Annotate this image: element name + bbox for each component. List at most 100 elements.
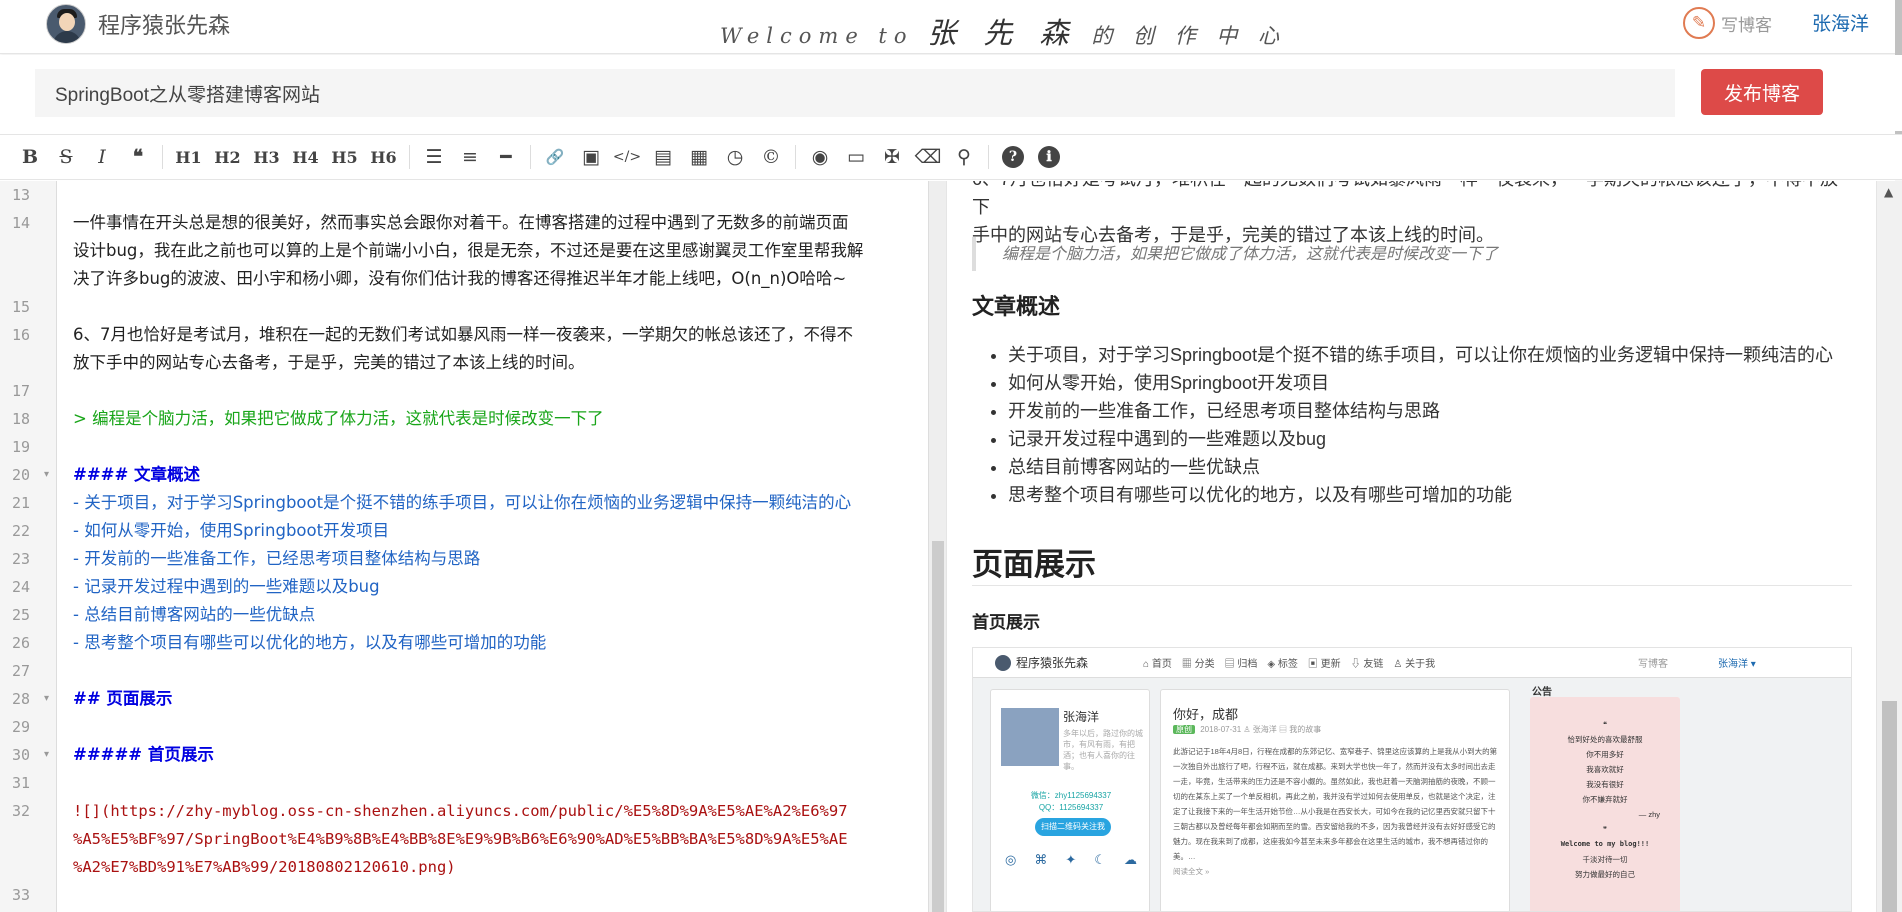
editor-line[interactable]: 33 [0, 881, 930, 909]
code-icon[interactable]: </> [609, 142, 645, 172]
bold-button[interactable]: B [12, 142, 48, 172]
preview-heading-pages: 页面展示 [972, 547, 1096, 582]
unordered-list-button[interactable]: ☰ [416, 142, 452, 172]
editor-line[interactable]: 32 ![](https://zhy-myblog.oss-cn-shenzhen… [0, 797, 930, 825]
help-icon[interactable]: ? [1002, 146, 1024, 168]
desktop-icon[interactable]: ▭ [838, 142, 874, 172]
preview-list-item: 思考整个项目有哪些可以优化的地方，以及有哪些可增加的功能 [1008, 481, 1833, 509]
line-number: 30 [11, 746, 30, 764]
editor-line[interactable]: 15 [0, 293, 930, 321]
line-text: ##### 首页展示 [73, 745, 214, 764]
image-notice-line: 你不嫌弃就好 [1582, 795, 1628, 804]
h1-button[interactable]: H1 [169, 142, 208, 172]
h4-button[interactable]: H4 [286, 142, 325, 172]
preview-list: 关于项目，对于学习Springboot是个挺不错的练手项目，可以让你在烦恼的业务… [996, 341, 1833, 509]
image-notice-footer: 千淡对待一切 [1582, 855, 1628, 864]
editor-line[interactable]: 21 - 关于项目，对于学习Springboot是个挺不错的练手项目，可以让你在烦… [0, 489, 930, 517]
italic-button[interactable]: I [84, 142, 120, 172]
line-number: 25 [11, 606, 30, 624]
line-number: 21 [11, 494, 30, 512]
editor-line[interactable]: 31 [0, 769, 930, 797]
clock-icon[interactable]: ◷ [717, 142, 753, 172]
ordered-list-button[interactable]: ≡ [452, 142, 488, 172]
preview-scrollbar[interactable]: ▲ [1876, 181, 1902, 912]
line-text: - 记录开发过程中遇到的一些难题以及bug [73, 577, 380, 596]
eraser-icon[interactable]: ⌫ [910, 142, 946, 172]
h3-button[interactable]: H3 [247, 142, 286, 172]
editor-line[interactable]: 20 ▾ #### 文章概述 [0, 461, 930, 489]
editor-line[interactable]: 27 [0, 657, 930, 685]
preview-heading-home: 首页展示 [972, 613, 1040, 632]
image-notice-footer: 努力做最好的自己 [1575, 870, 1635, 879]
editor-scrollbar[interactable] [928, 181, 946, 912]
line-number: 24 [11, 578, 30, 596]
fullscreen-icon[interactable]: ✠ [874, 142, 910, 172]
search-icon[interactable]: ⚲ [946, 142, 982, 172]
copyright-icon[interactable]: © [753, 142, 789, 172]
editor-line[interactable]: 29 [0, 713, 930, 741]
toolbar-divider [162, 145, 163, 169]
editor-line[interactable]: 决了许多bug的波波、田小宇和杨小卿，没有你们估计我的博客还得推迟半年才能上线吧… [0, 265, 930, 293]
fold-arrow-icon[interactable]: ▾ [44, 741, 49, 769]
table-icon[interactable]: ▦ [681, 142, 717, 172]
image-notice: 公告 ❝ 恰到好处的喜欢最舒服 你不用多好 我喜欢就好 我没有很好 你不嫌弃就好 — zhy… [1530, 683, 1680, 911]
image-menu-item: ⌂ 首页 [1143, 659, 1172, 670]
editor-line[interactable]: 14 一件事情在开头总是想的很美好，然而事实总会跟你对着干。在博客搭建的过程中遇到… [0, 209, 930, 237]
strikethrough-button[interactable]: S [48, 142, 84, 172]
line-number: 13 [11, 186, 30, 204]
image-menu-item: ♙ 关于我 [1393, 659, 1436, 670]
editor-line[interactable]: 22 - 如何从零开始，使用Springboot开发项目 [0, 517, 930, 545]
markdown-editor[interactable]: 13 14 一件事情在开头总是想的很美好，然而事实总会跟你对着干。在博客搭建的过程中… [0, 181, 930, 912]
image-menu-item: ⇩ 友链 [1350, 659, 1384, 670]
editor-line[interactable]: 18 > 编程是个脑力活，如果把它做成了体力活，这就代表是时候改变一下了 [0, 405, 930, 433]
preview-blockquote: 编程是个脑力活，如果把它做成了体力活，这就代表是时候改变一下了 [972, 237, 1852, 271]
editor-line[interactable]: 28 ▾ ## 页面展示 [0, 685, 930, 713]
link-icon[interactable]: 🔗 [537, 142, 573, 172]
editor-line[interactable]: %A5%E5%BF%97/SpringBoot%E4%B9%8B%E4%BB%8… [0, 825, 930, 853]
h6-button[interactable]: H6 [364, 142, 403, 172]
editor-line[interactable]: 设计bug，我在此之前也可以算的上是个前端小小白，很是无奈，不过还是要在这里感谢… [0, 237, 930, 265]
h2-button[interactable]: H2 [208, 142, 247, 172]
pane-divider [946, 181, 947, 912]
line-number: 22 [11, 522, 30, 540]
write-blog-link[interactable]: ✎ 写博客 [1683, 7, 1772, 39]
image-profile-name: 张海洋 [1063, 710, 1100, 724]
image-icon[interactable]: ▣ [573, 142, 609, 172]
editor-line[interactable]: 19 [0, 433, 930, 461]
user-menu[interactable]: 张海洋 [1812, 9, 1869, 36]
scroll-up-icon[interactable]: ▲ [1884, 185, 1893, 199]
code-block-icon[interactable]: ▤ [645, 142, 681, 172]
editor-line[interactable]: 13 [0, 181, 930, 209]
editor-line[interactable]: %A2%E7%BD%91%E7%AB%99/20180802120610.png… [0, 853, 930, 881]
editor-line[interactable]: 26 - 思考整个项目有哪些可以优化的地方，以及有哪些可增加的功能 [0, 629, 930, 657]
title-bar: 发布博客 [0, 55, 1902, 131]
info-icon[interactable]: ℹ [1038, 146, 1060, 168]
quote-button[interactable]: ❝ [120, 142, 156, 172]
line-text: - 如何从零开始，使用Springboot开发项目 [73, 521, 390, 540]
editor-line[interactable]: 16 6、7月也恰好是考试月，堆积在一起的无数们考试如暴风雨一样一夜袭来，一学期欠… [0, 321, 930, 349]
image-menu-item: ◈ 标签 [1267, 659, 1298, 670]
h5-button[interactable]: H5 [325, 142, 364, 172]
preview-scroll-thumb[interactable] [1882, 701, 1897, 912]
brand[interactable]: 程序猿张先森 [46, 4, 230, 44]
editor-scroll-thumb[interactable] [932, 541, 944, 912]
publish-button[interactable]: 发布博客 [1701, 69, 1823, 115]
image-contact: 微信：zhy1125694337 QQ：1125694337 [991, 790, 1151, 814]
line-text: > 编程是个脑力活，如果把它做成了体力活，这就代表是时候改变一下了 [73, 409, 604, 428]
editor-line[interactable]: 放下手中的网站专心去备考，于是乎，完美的错过了本该上线的时间。 [0, 349, 930, 377]
editor-line[interactable]: 30 ▾ ##### 首页展示 [0, 741, 930, 769]
fold-arrow-icon[interactable]: ▾ [44, 685, 49, 713]
line-number: 20 [11, 466, 30, 484]
fold-arrow-icon[interactable]: ▾ [44, 461, 49, 489]
image-post-tag: 原创 [1173, 725, 1195, 734]
horizontal-rule-button[interactable]: ━ [488, 142, 524, 172]
editor-line[interactable]: 23 - 开发前的一些准备工作，已经思考项目整体结构与思路 [0, 545, 930, 573]
image-social-icons: ◎ ⌘ ✦ ☾ ☁ [1005, 852, 1137, 868]
editor-line[interactable]: 17 [0, 377, 930, 405]
editor-line[interactable]: 25 - 总结目前博客网站的一些优缺点 [0, 601, 930, 629]
welcome-suffix: 的 创 作 中 心 [1091, 24, 1287, 48]
eye-slash-icon[interactable]: ◉ [802, 142, 838, 172]
editor-line[interactable]: 24 - 记录开发过程中遇到的一些难题以及bug [0, 573, 930, 601]
line-number: 31 [11, 774, 30, 792]
blog-title-input[interactable] [35, 69, 1675, 117]
